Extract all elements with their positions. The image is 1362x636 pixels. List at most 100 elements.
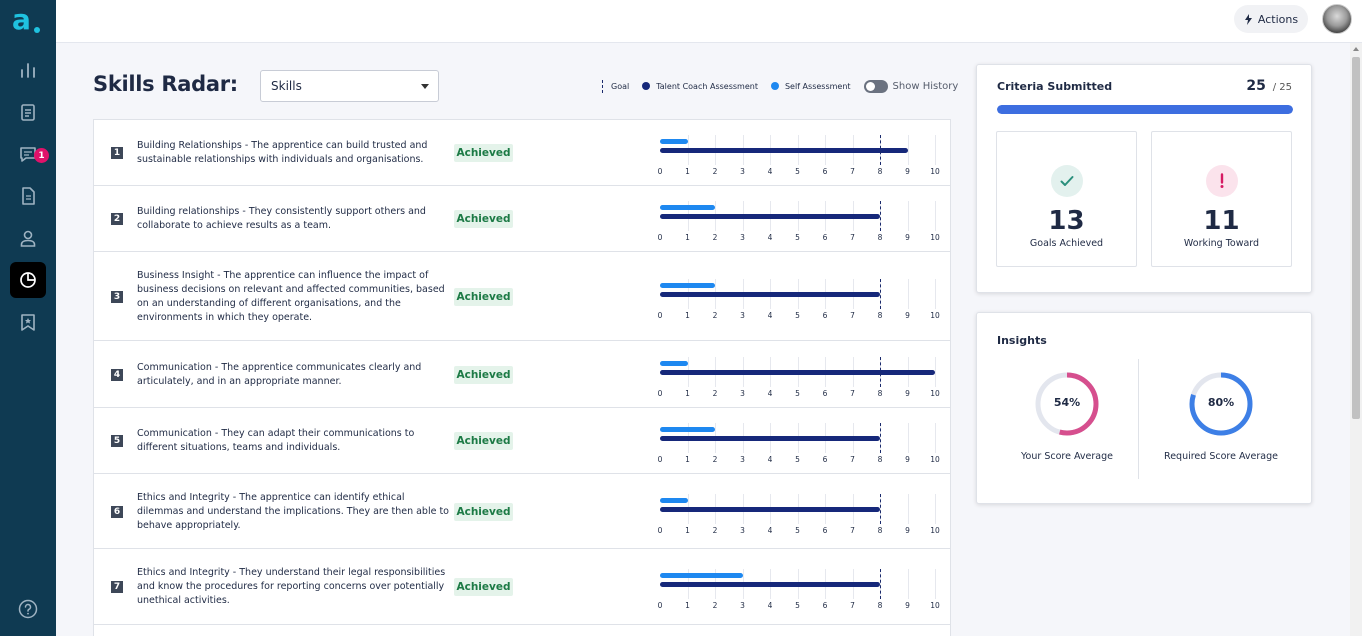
skills-filter-select[interactable]: Skills <box>260 70 439 102</box>
coach-assessment-bar <box>660 292 880 297</box>
axis-tick-label: 0 <box>653 167 667 176</box>
goal-line-icon <box>602 80 603 93</box>
scroll-up-arrow-icon[interactable] <box>1353 47 1359 51</box>
axis-tick-label: 0 <box>653 601 667 610</box>
axis-tick-label: 2 <box>708 389 722 398</box>
axis-tick-label: 3 <box>736 167 750 176</box>
legend-self: Self Assessment <box>785 82 851 91</box>
nav-tasks[interactable] <box>10 94 46 130</box>
goal-marker <box>880 357 881 387</box>
nav-skills-radar[interactable] <box>10 262 46 298</box>
user-avatar[interactable] <box>1322 4 1352 34</box>
nav-analytics[interactable] <box>10 52 46 88</box>
skill-row: 2Building relationships - They consisten… <box>94 186 950 252</box>
axis-tick-label: 7 <box>846 601 860 610</box>
nav-documents[interactable] <box>10 178 46 214</box>
self-assessment-bar <box>660 573 743 578</box>
axis-tick-label: 10 <box>928 311 942 320</box>
axis-tick-label: 3 <box>736 311 750 320</box>
criteria-total: / 25 <box>1273 82 1292 93</box>
status-badge: Achieved <box>454 366 513 384</box>
axis-tick-label: 5 <box>791 167 805 176</box>
actions-button[interactable]: Actions <box>1234 5 1308 33</box>
coach-assessment-bar <box>660 507 880 512</box>
axis-tick-label: 3 <box>736 455 750 464</box>
nav-messages[interactable]: 1 <box>10 136 46 172</box>
required-score-label: Required Score Average <box>1146 451 1296 462</box>
gridline <box>935 423 936 453</box>
required-score-donut: 80% <box>1189 372 1253 436</box>
axis-tick-label: 2 <box>708 601 722 610</box>
axis-tick-label: 6 <box>818 389 832 398</box>
insights-title: Insights <box>997 334 1047 347</box>
axis-tick-label: 6 <box>818 526 832 535</box>
skill-number: 5 <box>111 435 123 447</box>
skill-bar-chart: 012345678910 <box>653 357 943 401</box>
skill-bar-chart: 012345678910 <box>653 494 943 538</box>
status-badge: Achieved <box>454 210 513 228</box>
goal-marker <box>880 569 881 599</box>
axis-tick-label: 2 <box>708 233 722 242</box>
skill-description: Business Insight - The apprentice can in… <box>137 269 449 325</box>
skill-description: Building Relationships - The apprentice … <box>137 139 449 167</box>
criteria-progress-fill <box>997 105 1293 114</box>
gridline <box>908 135 909 165</box>
criteria-card: Criteria Submitted 25 / 25 13 Goals Achi… <box>976 64 1312 293</box>
axis-tick-label: 4 <box>763 311 777 320</box>
skill-number: 3 <box>111 291 123 303</box>
coach-assessment-bar <box>660 370 935 375</box>
axis-tick-label: 4 <box>763 167 777 176</box>
axis-tick-label: 9 <box>901 389 915 398</box>
axis-tick-label: 8 <box>873 311 887 320</box>
nav-favorites[interactable] <box>10 304 46 340</box>
gridline <box>908 494 909 524</box>
axis-tick-label: 5 <box>791 389 805 398</box>
status-badge: Achieved <box>454 288 513 306</box>
skills-table: 1 Building Relationships - The apprentice… <box>93 119 951 636</box>
goals-achieved-label: Goals Achieved <box>997 238 1136 249</box>
coach-assessment-bar <box>660 582 880 587</box>
coach-dot-icon <box>642 82 650 90</box>
axis-tick-label: 9 <box>901 311 915 320</box>
coach-assessment-bar <box>660 214 880 219</box>
goal-marker <box>880 135 881 165</box>
show-history-toggle[interactable] <box>864 80 888 93</box>
page-scrollbar[interactable] <box>1350 43 1362 636</box>
pie-chart-icon <box>18 270 38 290</box>
axis-tick-label: 6 <box>818 455 832 464</box>
axis-tick-label: 6 <box>818 601 832 610</box>
app-logo[interactable]: a <box>12 10 44 38</box>
help-icon[interactable] <box>18 599 38 619</box>
axis-tick-label: 0 <box>653 389 667 398</box>
axis-tick-label: 1 <box>681 233 695 242</box>
scrollbar-thumb[interactable] <box>1352 57 1360 419</box>
axis-tick-label: 4 <box>763 389 777 398</box>
axis-tick-label: 4 <box>763 233 777 242</box>
document-icon <box>18 186 38 206</box>
axis-tick-label: 10 <box>928 233 942 242</box>
axis-tick-label: 8 <box>873 233 887 242</box>
self-dot-icon <box>771 82 779 90</box>
axis-tick-label: 5 <box>791 233 805 242</box>
working-toward-box: 11 Working Toward <box>1151 131 1292 267</box>
legend-coach: Talent Coach Assessment <box>656 82 758 91</box>
user-icon <box>18 228 38 248</box>
gridline <box>935 201 936 231</box>
axis-tick-label: 8 <box>873 389 887 398</box>
nav-profile[interactable] <box>10 220 46 256</box>
axis-tick-label: 1 <box>681 455 695 464</box>
required-score-value: 80% <box>1189 396 1253 409</box>
axis-tick-label: 9 <box>901 601 915 610</box>
skill-description: Ethics and Integrity - The apprentice ca… <box>137 491 449 533</box>
coach-assessment-bar <box>660 148 908 153</box>
axis-tick-label: 1 <box>681 601 695 610</box>
axis-tick-label: 1 <box>681 389 695 398</box>
axis-tick-label: 5 <box>791 455 805 464</box>
axis-tick-label: 3 <box>736 526 750 535</box>
goal-marker <box>880 279 881 309</box>
goal-marker <box>880 423 881 453</box>
axis-tick-label: 10 <box>928 526 942 535</box>
axis-tick-label: 2 <box>708 311 722 320</box>
working-toward-value: 11 <box>1152 206 1291 236</box>
skill-bar-chart: 012345678910 <box>653 279 943 323</box>
